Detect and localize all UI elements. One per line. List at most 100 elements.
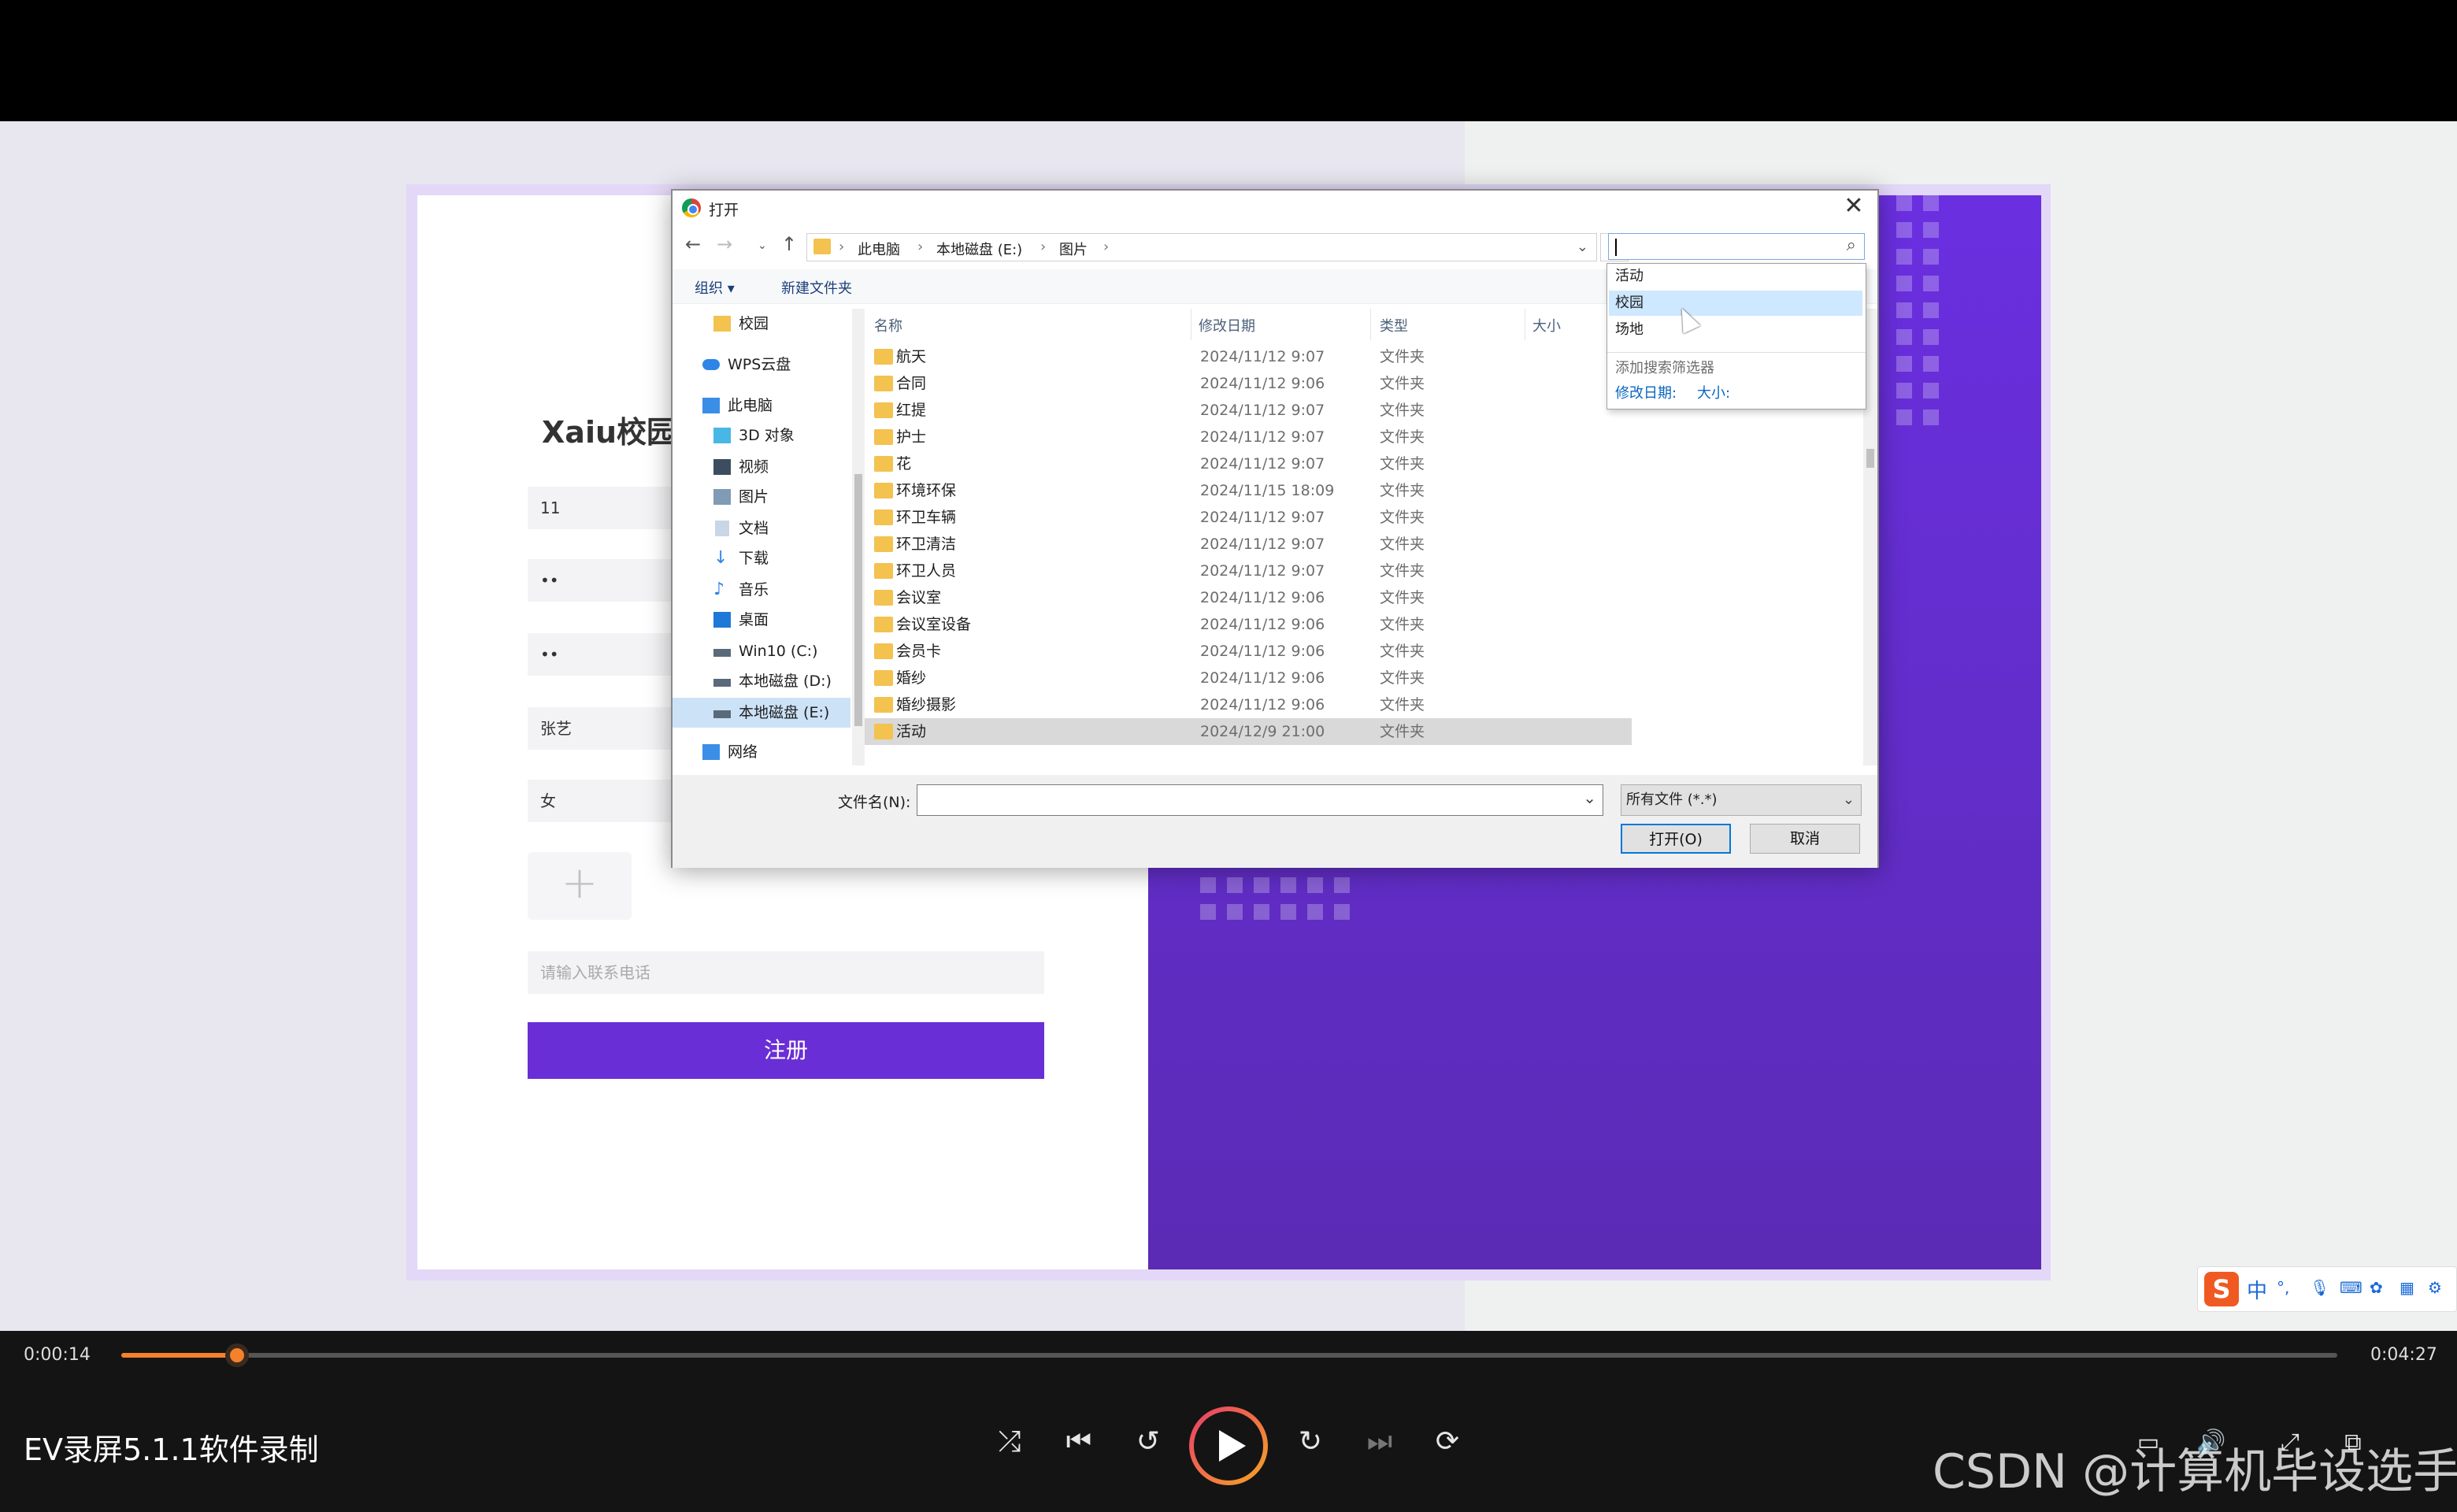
punctuation-icon[interactable]: °, bbox=[2277, 1278, 2289, 1297]
play-icon bbox=[1194, 1411, 1263, 1480]
register-button[interactable]: 注册 bbox=[528, 1022, 1044, 1079]
file-row[interactable]: 会员卡 2024/11/12 9:06 文件夹 bbox=[865, 638, 1632, 665]
column-size[interactable]: 大小 bbox=[1532, 315, 1561, 335]
total-time: 0:04:27 bbox=[2370, 1345, 2437, 1365]
cube-icon bbox=[713, 428, 731, 443]
path-box[interactable]: › 此电脑 › 本地磁盘 (E:) › 图片 › ⌄ bbox=[806, 233, 1597, 261]
search-input[interactable]: ⌕ bbox=[1608, 233, 1865, 260]
progress-bar[interactable] bbox=[121, 1343, 2337, 1367]
file-row[interactable]: 环境环保 2024/11/15 18:09 文件夹 bbox=[865, 477, 1632, 504]
nav-scrollbar[interactable] bbox=[852, 309, 865, 765]
nav-item-drive-d[interactable]: 本地磁盘 (D:) bbox=[673, 666, 850, 696]
chevron-down-icon[interactable]: ⌄ bbox=[1577, 239, 1588, 255]
picture-icon bbox=[713, 489, 731, 505]
chevron-right-icon: › bbox=[839, 239, 845, 255]
ime-toolbar[interactable]: S 中 °, 🎙 ⌨ ✿ ▦ ⚙ bbox=[2197, 1266, 2457, 1312]
settings-icon[interactable]: ⚙ bbox=[2428, 1278, 2442, 1297]
video-player-bar: 0:00:14 0:04:27 EV录屏5.1.1软件录制 ⤮ ⏮ ↺ ↻ ⏭ … bbox=[0, 1331, 2457, 1512]
nav-item-network[interactable]: 网络 bbox=[673, 737, 850, 767]
suggestion-item[interactable]: 场地 bbox=[1609, 317, 1862, 343]
drive-icon bbox=[713, 679, 731, 687]
nav-item-videos[interactable]: 视频 bbox=[673, 452, 850, 482]
recent-dropdown-icon[interactable]: ⌄ bbox=[758, 239, 767, 252]
column-name[interactable]: 名称 bbox=[874, 315, 902, 335]
toolbox-icon[interactable]: ▦ bbox=[2400, 1278, 2414, 1297]
form-title: Xaiu校园 bbox=[542, 415, 677, 450]
column-type[interactable]: 类型 bbox=[1380, 315, 1408, 335]
forward-30-icon[interactable]: ↻ bbox=[1288, 1425, 1332, 1458]
up-arrow-icon[interactable]: ↑ bbox=[781, 233, 797, 255]
column-date[interactable]: 修改日期 bbox=[1199, 315, 1255, 335]
nav-item-drive-c[interactable]: Win10 (C:) bbox=[673, 636, 850, 666]
file-row[interactable]: 婚纱 2024/11/12 9:06 文件夹 bbox=[865, 665, 1632, 691]
new-folder-button[interactable]: 新建文件夹 bbox=[781, 277, 852, 298]
nav-item-this-pc[interactable]: 此电脑 bbox=[673, 391, 850, 421]
ime-mode[interactable]: 中 bbox=[2247, 1275, 2267, 1304]
file-row[interactable]: 环卫人员 2024/11/12 9:07 文件夹 bbox=[865, 558, 1632, 584]
nav-item-downloads[interactable]: ↓ 下载 bbox=[673, 543, 850, 573]
file-row[interactable]: 婚纱摄影 2024/11/12 9:06 文件夹 bbox=[865, 691, 1632, 718]
video-icon bbox=[713, 459, 731, 475]
sort-ascending-icon: ^ bbox=[1025, 309, 1035, 315]
next-icon[interactable]: ⏭ bbox=[1358, 1425, 1402, 1458]
chevron-down-icon[interactable]: ⌄ bbox=[1583, 788, 1596, 807]
filename-input[interactable]: ⌄ bbox=[917, 784, 1603, 816]
nav-item-pictures[interactable]: 图片 bbox=[673, 482, 850, 512]
breadcrumb-this-pc[interactable]: 此电脑 bbox=[858, 239, 900, 259]
file-list-scrollbar-thumb[interactable] bbox=[1866, 449, 1874, 468]
keyboard-icon[interactable]: ⌨ bbox=[2340, 1278, 2362, 1297]
back-arrow-icon[interactable]: ← bbox=[685, 233, 701, 255]
close-button[interactable]: ✕ bbox=[1838, 192, 1870, 220]
search-icon[interactable]: ⌕ bbox=[1847, 235, 1856, 255]
navigation-pane: 校园 WPS云盘 此电脑 3D 对象 视频 图片 文档 ↓ 下载 ♪ 音乐 桌面… bbox=[673, 309, 855, 767]
desktop-icon bbox=[713, 612, 731, 628]
nav-item-music[interactable]: ♪ 音乐 bbox=[673, 575, 850, 605]
suggestion-item[interactable]: 活动 bbox=[1609, 264, 1862, 289]
skin-icon[interactable]: ✿ bbox=[2370, 1278, 2383, 1297]
file-row[interactable]: 环卫车辆 2024/11/12 9:07 文件夹 bbox=[865, 504, 1632, 531]
file-row[interactable]: 红提 2024/11/12 9:07 文件夹 bbox=[865, 397, 1632, 424]
nav-scrollbar-thumb[interactable] bbox=[854, 474, 862, 726]
nav-item-campus[interactable]: 校园 bbox=[673, 309, 850, 339]
nav-item-drive-e[interactable]: 本地磁盘 (E:) bbox=[673, 698, 850, 728]
computer-icon bbox=[702, 398, 720, 413]
filter-modified-date[interactable]: 修改日期: bbox=[1615, 382, 1677, 402]
cloud-icon bbox=[702, 359, 720, 370]
file-row[interactable]: 活动 2024/12/9 21:00 文件夹 bbox=[865, 718, 1632, 745]
breadcrumb-pictures[interactable]: 图片 bbox=[1059, 239, 1088, 259]
dot-grid-decoration-lower bbox=[1200, 877, 1350, 920]
organize-button[interactable]: 组织 ▾ bbox=[695, 277, 735, 298]
file-row[interactable]: 会议室设备 2024/11/12 9:06 文件夹 bbox=[865, 611, 1632, 638]
microphone-icon[interactable]: 🎙 bbox=[2310, 1278, 2329, 1297]
forward-arrow-icon[interactable]: → bbox=[717, 233, 732, 255]
file-row[interactable]: 花 2024/11/12 9:07 文件夹 bbox=[865, 450, 1632, 477]
video-title: EV录屏5.1.1软件录制 bbox=[24, 1432, 319, 1467]
file-row[interactable]: 航天 2024/11/12 9:07 文件夹 bbox=[865, 343, 1632, 370]
watermark: CSDN @计算机毕设选手 bbox=[1933, 1444, 2457, 1499]
suggestion-item[interactable]: 校园 bbox=[1609, 291, 1862, 316]
nav-item-wps-cloud[interactable]: WPS云盘 bbox=[673, 350, 850, 380]
avatar-upload-button[interactable]: + bbox=[528, 852, 632, 920]
open-button[interactable]: 打开(O) bbox=[1621, 824, 1731, 854]
file-type-select[interactable]: 所有文件 (*.*) ⌄ bbox=[1621, 784, 1862, 816]
phone-input[interactable]: 请输入联系电话 bbox=[528, 951, 1044, 994]
rewind-10-icon[interactable]: ↺ bbox=[1126, 1425, 1170, 1458]
shuffle-icon[interactable]: ⤮ bbox=[988, 1425, 1032, 1458]
file-row[interactable]: 合同 2024/11/12 9:06 文件夹 bbox=[865, 370, 1632, 397]
music-icon: ♪ bbox=[713, 580, 725, 599]
filter-size[interactable]: 大小: bbox=[1697, 382, 1730, 402]
cancel-button[interactable]: 取消 bbox=[1750, 824, 1860, 854]
nav-item-3d-objects[interactable]: 3D 对象 bbox=[673, 421, 850, 450]
file-row[interactable]: 会议室 2024/11/12 9:06 文件夹 bbox=[865, 584, 1632, 611]
play-button[interactable] bbox=[1189, 1406, 1268, 1485]
nav-item-documents[interactable]: 文档 bbox=[673, 513, 850, 543]
file-row[interactable]: 护士 2024/11/12 9:07 文件夹 bbox=[865, 424, 1632, 450]
loop-icon[interactable]: ⟳ bbox=[1425, 1425, 1469, 1458]
nav-item-desktop[interactable]: 桌面 bbox=[673, 605, 850, 635]
breadcrumb-drive-e[interactable]: 本地磁盘 (E:) bbox=[936, 239, 1022, 259]
chrome-icon bbox=[682, 198, 701, 217]
previous-icon[interactable]: ⏮ bbox=[1057, 1425, 1101, 1458]
file-row[interactable]: 环卫清洁 2024/11/12 9:07 文件夹 bbox=[865, 531, 1632, 558]
progress-handle[interactable] bbox=[225, 1343, 250, 1367]
download-icon: ↓ bbox=[713, 548, 728, 568]
